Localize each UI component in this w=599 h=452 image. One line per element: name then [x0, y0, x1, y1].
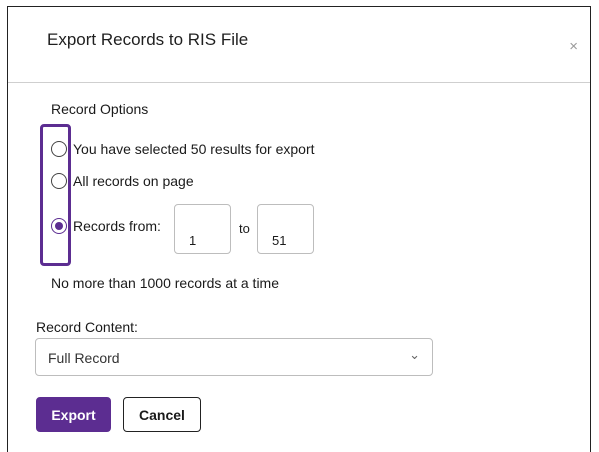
radio-all-on-page[interactable]: [51, 173, 67, 189]
record-content-label: Record Content:: [36, 319, 138, 335]
record-options-label: Record Options: [51, 101, 149, 117]
range-from-input[interactable]: 1: [174, 204, 231, 254]
chevron-down-icon: ⌄: [409, 347, 420, 362]
radio-records-from[interactable]: [51, 218, 67, 234]
option-records-from[interactable]: Records from:: [51, 218, 161, 234]
option-label: All records on page: [73, 173, 194, 189]
close-icon[interactable]: ×: [569, 39, 578, 54]
range-to-label: to: [239, 221, 250, 236]
select-value: Full Record: [48, 350, 120, 366]
option-label: Records from:: [73, 218, 161, 234]
export-dialog: Export Records to RIS File × Record Opti…: [7, 6, 591, 452]
radio-selected-results[interactable]: [51, 141, 67, 157]
cancel-button[interactable]: Cancel: [123, 397, 201, 432]
option-all-on-page[interactable]: All records on page: [51, 173, 194, 189]
dialog-header: Export Records to RIS File ×: [8, 7, 590, 83]
export-button[interactable]: Export: [36, 397, 111, 432]
range-to-input[interactable]: 51: [257, 204, 314, 254]
option-selected-results[interactable]: You have selected 50 results for export: [51, 141, 315, 157]
limit-note: No more than 1000 records at a time: [51, 275, 280, 291]
option-label: You have selected 50 results for export: [73, 141, 315, 157]
dialog-title: Export Records to RIS File: [47, 30, 249, 49]
record-content-select[interactable]: Full Record ⌄: [35, 338, 433, 376]
